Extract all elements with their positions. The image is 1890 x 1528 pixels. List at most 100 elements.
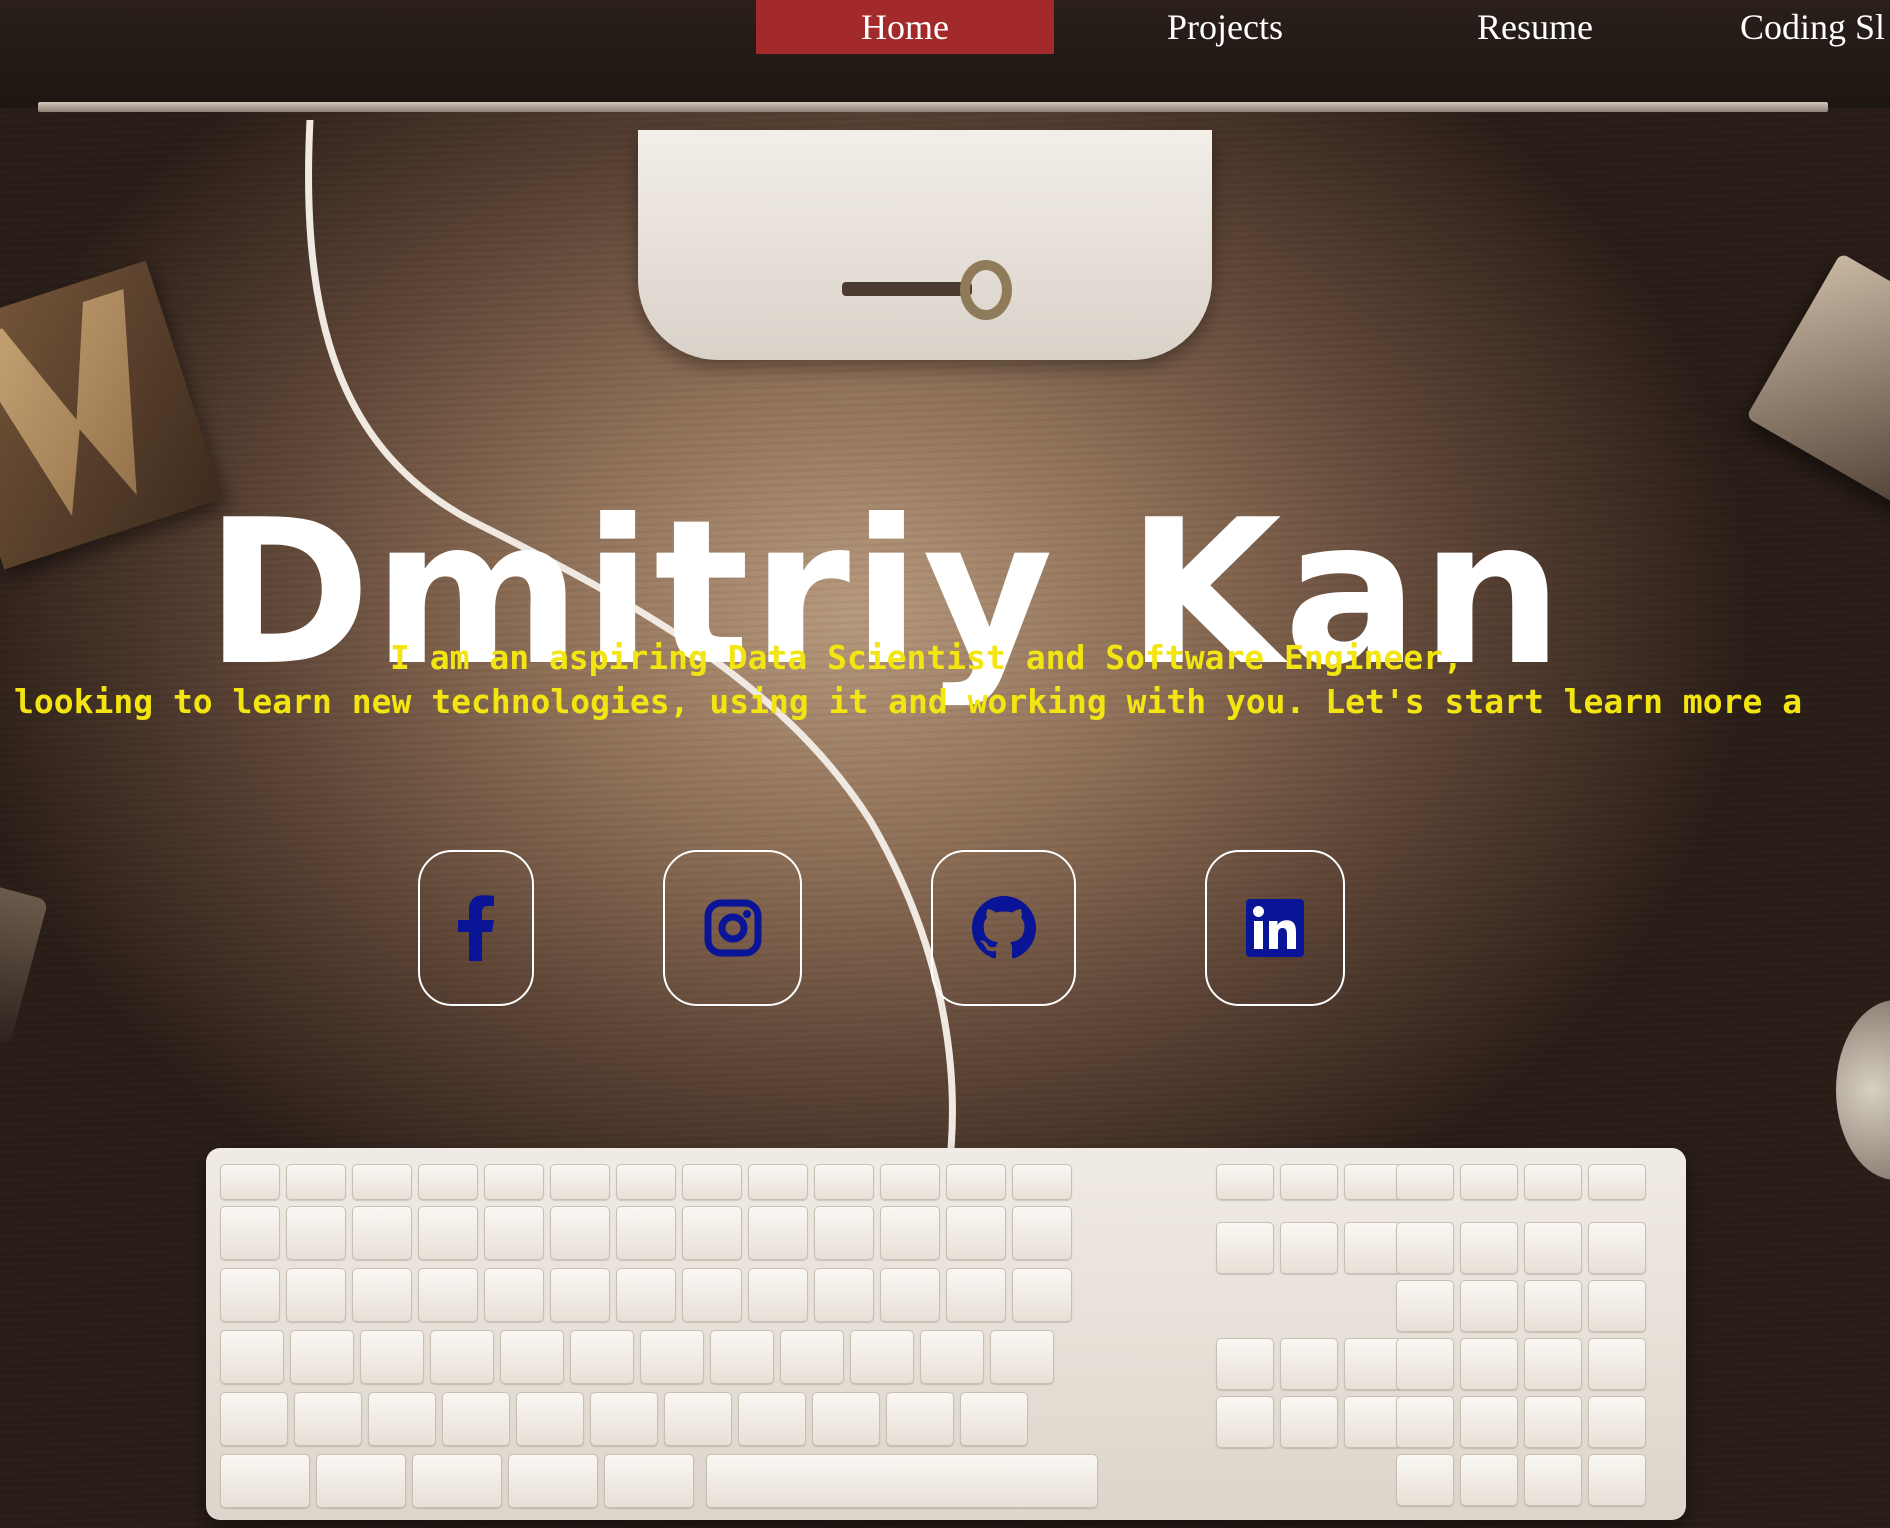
nav-coding-skills[interactable]: Coding Sl [1720,0,1890,54]
nav-home[interactable]: Home [756,0,1054,54]
keyboard-key [682,1268,742,1322]
keyboard-key [508,1454,598,1508]
keyboard-key [220,1268,280,1322]
keyboard-key [418,1164,478,1200]
background-image [0,0,1890,1528]
keyboard-key [1396,1338,1454,1390]
keyboard-key [286,1164,346,1200]
keyboard-key [1216,1222,1274,1274]
keyboard-key [814,1164,874,1200]
keyboard-key [286,1268,346,1322]
keyboard-key [604,1454,694,1508]
keyboard-key [960,1392,1028,1446]
keyboard-key [500,1330,564,1384]
keyboard-key [748,1206,808,1260]
keyboard-key [550,1268,610,1322]
keyboard-key [484,1164,544,1200]
nav-projects[interactable]: Projects [1110,0,1340,54]
keyboard-key [484,1268,544,1322]
keyboard-key [1460,1396,1518,1448]
keyboard-key [570,1330,634,1384]
keyboard-keys [216,1160,1676,1508]
instagram-button[interactable] [663,850,802,1006]
keyboard-key [1524,1396,1582,1448]
keyboard-key [886,1392,954,1446]
keyboard-key [294,1392,362,1446]
keyboard-key [706,1454,1098,1508]
keyboard-key [780,1330,844,1384]
keyboard-key [1216,1338,1274,1390]
linkedin-icon [1246,899,1304,957]
keyboard-key [484,1206,544,1260]
keyboard-key [1588,1222,1646,1274]
keyboard-key [1012,1268,1072,1322]
keyboard-key [946,1268,1006,1322]
keyboard-key [1396,1164,1454,1200]
keyboard-key [516,1392,584,1446]
nav-resume[interactable]: Resume [1420,0,1650,54]
keyboard-key [1280,1164,1338,1200]
keyboard-key [550,1206,610,1260]
keyboard-key [616,1164,676,1200]
facebook-button[interactable] [418,850,534,1006]
keyboard-key [360,1330,424,1384]
keyboard-key [946,1206,1006,1260]
keyboard-key [1524,1222,1582,1274]
keyboard-key [1460,1338,1518,1390]
keyboard-key [368,1392,436,1446]
keyboard-key [220,1392,288,1446]
keyboard-key [1460,1222,1518,1274]
keyboard-key [430,1330,494,1384]
keyboard-key [920,1330,984,1384]
keyboard-key [1524,1454,1582,1506]
keyboard-key [1344,1396,1402,1448]
keyboard-key [738,1392,806,1446]
instagram-icon [704,899,761,957]
keyboard-key [418,1206,478,1260]
keyboard-key [850,1330,914,1384]
keyboard-key [412,1454,502,1508]
keyboard-key [814,1206,874,1260]
keyboard-key [880,1206,940,1260]
keyboard-key [682,1164,742,1200]
github-icon [971,896,1036,959]
keyboard-key [1588,1396,1646,1448]
keyboard-key [220,1330,284,1384]
keyboard-key [1524,1164,1582,1200]
keyboard-key [880,1268,940,1322]
keyboard-key [1524,1338,1582,1390]
top-navigation: Home Projects Resume Coding Sl [0,0,1890,54]
keyboard-key [1216,1396,1274,1448]
keyboard-key [664,1392,732,1446]
github-button[interactable] [931,850,1076,1006]
keyboard-key [286,1206,346,1260]
keyboard-key [352,1164,412,1200]
keyboard-key [550,1164,610,1200]
keyboard-key [1460,1454,1518,1506]
keyboard-key [748,1164,808,1200]
keyboard-key [220,1164,280,1200]
keyboard-key [1344,1338,1402,1390]
keyboard-key [812,1392,880,1446]
keyboard-key [682,1206,742,1260]
keyboard-key [418,1268,478,1322]
keyboard-key [1280,1338,1338,1390]
keyboard-key [1588,1164,1646,1200]
keyboard-key [590,1392,658,1446]
keyboard-key [1460,1280,1518,1332]
keyboard-key [1588,1454,1646,1506]
keyboard-key [1216,1164,1274,1200]
keyboard-key [1344,1164,1402,1200]
tagline-line-1: I am an aspiring Data Scientist and Soft… [390,638,1463,677]
keyboard-key [1588,1338,1646,1390]
keyboard-key [880,1164,940,1200]
tagline-line-2: looking to learn new technologies, using… [14,682,1803,721]
keyboard-key [1524,1280,1582,1332]
keyboard-key [946,1164,1006,1200]
keyboard-key [220,1206,280,1260]
keyboard-key [220,1454,310,1508]
keyboard-key [1396,1396,1454,1448]
keyboard-key [710,1330,774,1384]
keyboard-key [316,1454,406,1508]
linkedin-button[interactable] [1205,850,1345,1006]
